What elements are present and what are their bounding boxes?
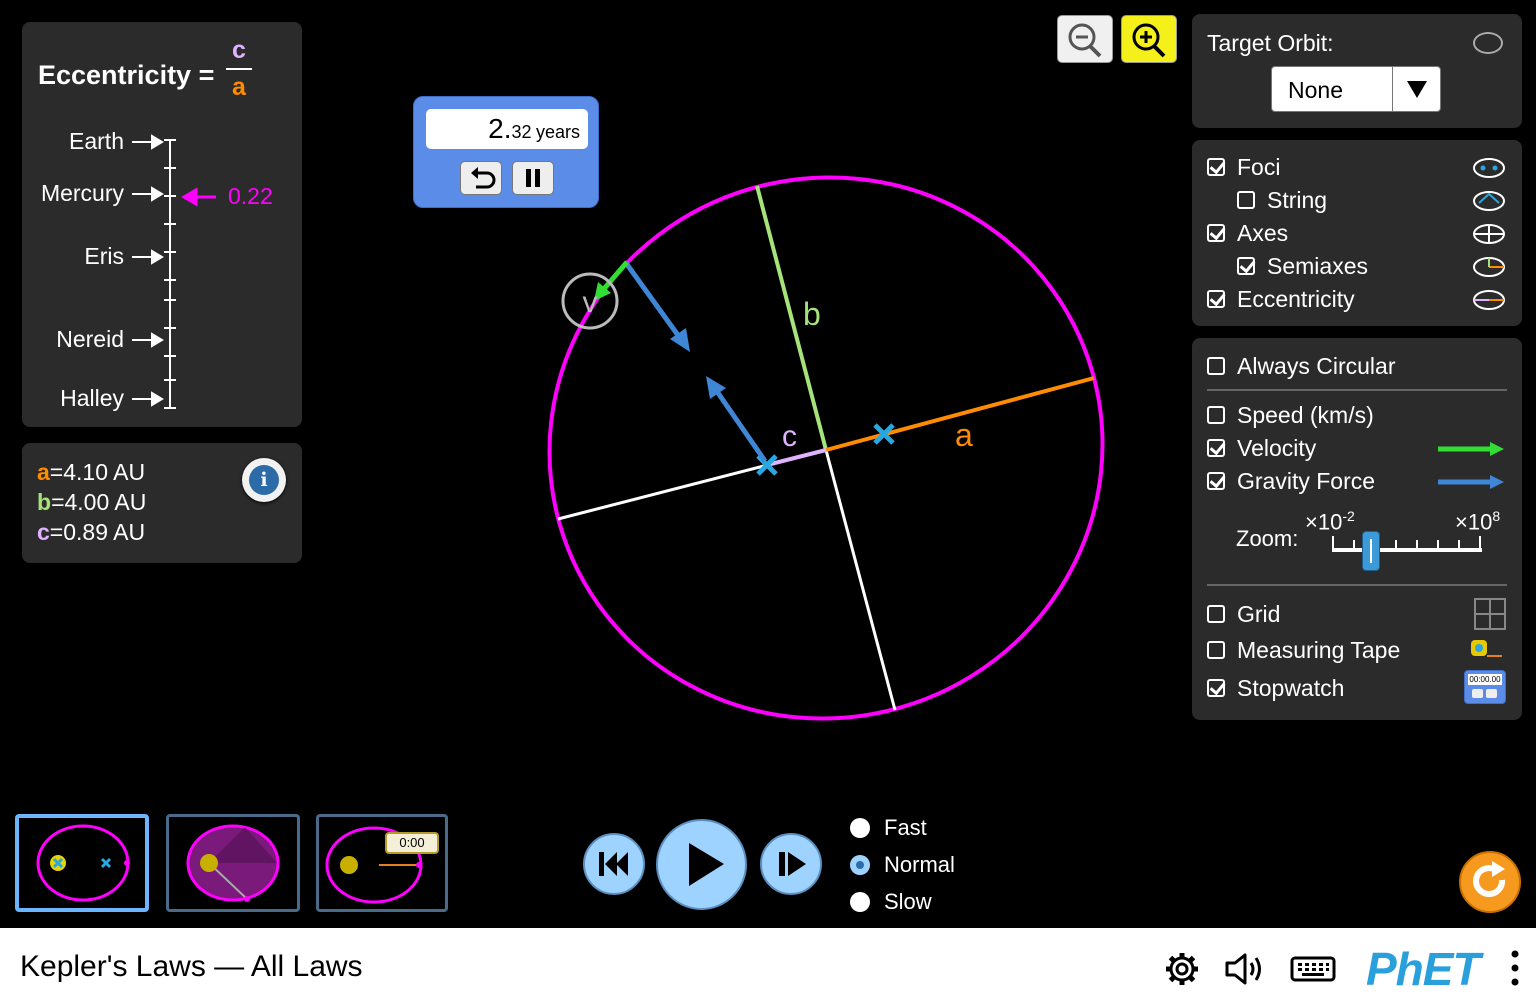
gravity-force-label: Gravity Force: [1237, 467, 1376, 494]
velocity-checkbox[interactable]: Velocity: [1207, 433, 1316, 463]
gravity-force-arrow-sun: [706, 376, 768, 463]
eccentricity-checkbox[interactable]: Eccentricity: [1207, 284, 1355, 314]
eccentricity-label: Eccentricity: [1237, 285, 1355, 312]
label-b: b: [803, 296, 821, 332]
axes-check[interactable]: [1207, 224, 1225, 242]
reset-all-button[interactable]: [1459, 851, 1521, 913]
gravity-force-arrow: [623, 261, 690, 352]
grid-checkbox[interactable]: Grid: [1207, 599, 1280, 629]
reset-icon: [1473, 861, 1506, 897]
play-icon: [689, 843, 724, 886]
semiaxes-check[interactable]: [1237, 257, 1255, 275]
speed-fast-label: Fast: [884, 815, 927, 840]
dropdown-arrow-icon: [1407, 81, 1427, 98]
speed-fast-dot[interactable]: [850, 818, 870, 838]
rewind-icon: [599, 852, 628, 876]
thumb-timer: 0:00: [385, 832, 439, 854]
velocity-check[interactable]: [1207, 439, 1225, 457]
grid-check[interactable]: [1207, 605, 1225, 623]
divider: [1207, 389, 1507, 391]
gravity-force-check[interactable]: [1207, 472, 1225, 490]
foci-icon: [1473, 158, 1505, 178]
speed-slow-label: Slow: [884, 889, 932, 914]
restart-button[interactable]: [583, 833, 645, 895]
step-forward-icon: [779, 852, 806, 876]
eccentricity-check[interactable]: [1207, 290, 1225, 308]
label-c: c: [782, 420, 797, 453]
settings-icon[interactable]: [1163, 950, 1201, 988]
speed-check[interactable]: [1207, 406, 1225, 424]
stopwatch-check[interactable]: [1207, 679, 1225, 697]
measuring-tape-check[interactable]: [1207, 641, 1225, 659]
play-button[interactable]: [656, 819, 747, 910]
speed-slow-dot[interactable]: [850, 892, 870, 912]
foci-checkbox[interactable]: Foci: [1207, 152, 1280, 182]
velocity-label: v: [583, 286, 598, 319]
speed-slow-radio[interactable]: Slow: [850, 889, 932, 915]
eccentricity-icon: [1473, 290, 1505, 310]
minor-axis-lower: [824, 449, 897, 711]
semiaxes-checkbox[interactable]: Semiaxes: [1237, 251, 1368, 281]
target-orbit-selected: None: [1288, 77, 1343, 103]
screen-thumb-second-law[interactable]: [166, 814, 300, 912]
grid-icon: [1474, 598, 1506, 630]
zoom-slider-thumb[interactable]: [1362, 531, 1380, 571]
stopwatch-icon: 00:00.00: [1464, 670, 1506, 704]
zoom-label: Zoom:: [1236, 526, 1299, 551]
foci-label: Foci: [1237, 153, 1281, 180]
speed-label: Speed (km/s): [1237, 401, 1374, 428]
zoom-out-button[interactable]: [1057, 15, 1113, 63]
speed-fast-radio[interactable]: Fast: [850, 815, 927, 841]
target-orbit-label: Target Orbit:: [1207, 30, 1334, 56]
physics-panel: Always Circular Speed (km/s) Velocity Gr…: [1192, 338, 1522, 720]
axes-checkbox[interactable]: Axes: [1207, 218, 1288, 248]
zoom-out-icon: [1068, 23, 1102, 58]
string-icon: [1473, 191, 1505, 211]
always-circular-checkbox[interactable]: Always Circular: [1207, 351, 1395, 381]
semiaxes-icon: [1473, 257, 1505, 277]
speed-normal-label: Normal: [884, 852, 955, 877]
phet-logo[interactable]: PhET: [1366, 942, 1481, 996]
string-checkbox[interactable]: String: [1237, 185, 1327, 215]
speed-checkbox[interactable]: Speed (km/s): [1207, 400, 1374, 430]
velocity-arrow-icon: [1438, 442, 1504, 456]
stopwatch-label: Stopwatch: [1237, 674, 1345, 701]
sound-icon[interactable]: [1223, 950, 1269, 988]
always-circular-label: Always Circular: [1237, 352, 1396, 379]
speed-normal-radio[interactable]: Normal: [850, 852, 955, 878]
measuring-tape-label: Measuring Tape: [1237, 636, 1401, 663]
grid-label: Grid: [1237, 600, 1281, 627]
step-forward-button[interactable]: [760, 833, 822, 895]
measuring-tape-checkbox[interactable]: Measuring Tape: [1207, 635, 1400, 665]
label-a: a: [955, 417, 973, 453]
gravity-arrow-icon: [1438, 475, 1504, 489]
force-zoom-slider[interactable]: [1328, 532, 1488, 572]
visibility-panel: Foci String Axes Semiaxes Eccentricity: [1192, 140, 1522, 326]
keyboard-icon[interactable]: [1290, 954, 1336, 984]
always-circular-check[interactable]: [1207, 357, 1225, 375]
string-check[interactable]: [1237, 191, 1255, 209]
velocity-option-label: Velocity: [1237, 434, 1317, 461]
target-orbit-dropdown[interactable]: None: [1271, 66, 1441, 112]
navigation-bar: Kepler's Laws — All Laws PhET: [0, 928, 1536, 1008]
speed-normal-dot[interactable]: [850, 855, 870, 875]
screen-thumb-first-law[interactable]: [15, 814, 149, 912]
semiaxes-label: Semiaxes: [1267, 252, 1368, 279]
gravity-force-checkbox[interactable]: Gravity Force: [1207, 466, 1375, 496]
divider-2: [1207, 584, 1507, 586]
phet-menu-icon[interactable]: [1508, 948, 1522, 990]
target-orbit-panel: Target Orbit: None: [1192, 14, 1522, 128]
axes-label: Axes: [1237, 219, 1289, 246]
measuring-tape-icon: [1471, 640, 1502, 657]
sim-title: Kepler's Laws — All Laws: [20, 950, 363, 983]
foci-check[interactable]: [1207, 158, 1225, 176]
string-label: String: [1267, 186, 1328, 213]
target-orbit-icon: [1473, 32, 1503, 54]
axes-icon: [1473, 224, 1505, 244]
zoom-in-icon: [1132, 23, 1166, 58]
screen-thumb-third-law[interactable]: 0:00: [316, 814, 448, 912]
stopwatch-checkbox[interactable]: Stopwatch: [1207, 673, 1344, 703]
zoom-in-button[interactable]: [1121, 15, 1177, 63]
